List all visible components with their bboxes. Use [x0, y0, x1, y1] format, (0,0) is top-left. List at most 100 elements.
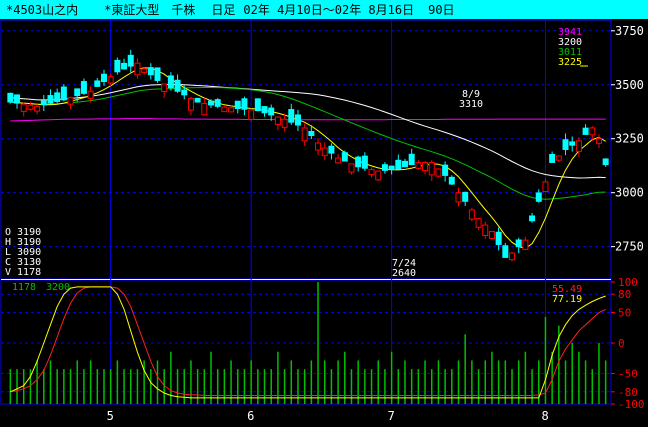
candle-body: [575, 140, 582, 152]
candle-body: [555, 155, 562, 161]
candle-body: [74, 88, 81, 97]
annotation-value: 3310: [459, 99, 483, 110]
volume-value: 1178: [12, 282, 36, 293]
candle-body: [228, 107, 235, 113]
osc-tick-label: 0: [618, 337, 625, 350]
candle-body: [348, 163, 355, 173]
month-label: 6: [247, 409, 254, 423]
price-tick-label: 3000: [615, 186, 644, 200]
candle-body: [294, 114, 301, 126]
candle-body: [154, 67, 161, 81]
osc-tick-label: -50: [618, 368, 638, 381]
candle-body: [562, 139, 569, 150]
candle-body: [509, 252, 516, 261]
candle-body: [448, 176, 455, 185]
osc-tick-label: -100: [618, 398, 645, 411]
candle-body: [428, 161, 435, 176]
candle-body: [268, 107, 275, 116]
candle-body: [522, 239, 529, 250]
candle-body: [468, 209, 475, 220]
candle-body: [181, 89, 188, 96]
ohlcv-readout: V 1178: [5, 267, 41, 278]
candle-body: [535, 192, 542, 202]
candle-body: [234, 100, 241, 109]
candle-body: [14, 94, 21, 104]
candle-body: [214, 99, 221, 107]
candle-body: [488, 231, 495, 239]
candle-body: [542, 181, 549, 193]
candle-body: [248, 109, 255, 120]
osc-tick-label: 100: [618, 276, 638, 289]
volume-scale: 3200: [46, 282, 70, 293]
price-legend-item: 3225: [558, 57, 582, 68]
candle-body: [442, 164, 449, 176]
candle-body: [114, 59, 121, 73]
candle-body: [141, 68, 148, 73]
oscillator-line-red: [10, 286, 606, 396]
candle-body: [515, 239, 522, 248]
osc-tick-label: 80: [618, 288, 631, 301]
candle-body: [408, 153, 415, 166]
oscillator-pane-frame: [0, 279, 612, 405]
candle-body: [254, 98, 261, 112]
annotation-value: 2640: [392, 268, 416, 279]
candle-body: [495, 231, 502, 245]
candle-body: [569, 141, 576, 146]
osc-legend-yellow: 77.19: [552, 294, 582, 305]
candle-body: [261, 106, 268, 114]
candle-body: [341, 152, 348, 162]
candle-body: [20, 103, 27, 112]
candle-body: [455, 192, 462, 203]
candle-body: [121, 62, 128, 70]
candle-body: [94, 80, 101, 87]
candle-body: [529, 215, 536, 222]
candle-body: [401, 160, 408, 168]
candle-body: [201, 102, 208, 116]
candle-body: [375, 170, 382, 181]
candle-body: [462, 191, 469, 202]
candle-body: [67, 97, 74, 105]
price-tick-label: 3250: [615, 132, 644, 146]
candle-body: [27, 104, 34, 110]
candle-body: [335, 157, 342, 164]
candle-body: [274, 116, 281, 125]
candle-body: [241, 98, 248, 110]
candle-body: [395, 159, 402, 170]
candle-body: [221, 106, 228, 113]
price-tick-label: 2750: [615, 240, 644, 254]
month-label: 7: [388, 409, 395, 423]
candle-body: [167, 75, 174, 89]
osc-tick-label: -80: [618, 386, 638, 399]
candle-body: [54, 92, 61, 102]
candle-body: [308, 131, 315, 136]
candle-body: [368, 169, 375, 176]
candle-body: [381, 164, 388, 171]
candle-body: [415, 161, 422, 169]
candle-body: [60, 86, 67, 101]
candle-body: [281, 118, 288, 128]
candle-body: [100, 73, 107, 83]
candle-body: [595, 138, 602, 144]
candle-body: [194, 97, 201, 103]
candle-body: [361, 155, 368, 169]
candle-body: [147, 67, 154, 76]
candle-body: [7, 92, 14, 103]
candle-body: [107, 76, 114, 84]
candle-body: [328, 145, 335, 154]
candle-body: [482, 224, 489, 236]
oscillator-line-yellow: [10, 286, 606, 399]
candle-body: [208, 100, 215, 106]
candle-body: [355, 156, 362, 168]
candle-body: [502, 245, 509, 258]
candle-body: [475, 218, 482, 228]
moving-average-mid: [10, 87, 606, 200]
price-tick-label: 3500: [615, 78, 644, 92]
chart-window: *4503山之内 *東証大型 千株 日足 02年 4月10日～02年 8月16日…: [0, 0, 648, 427]
candle-body: [582, 127, 589, 135]
osc-tick-label: 50: [618, 307, 631, 320]
candle-body: [288, 109, 295, 123]
candle-body: [602, 158, 609, 166]
candle-body: [422, 161, 429, 171]
candle-body: [315, 142, 322, 151]
series-line-3941: [10, 118, 606, 122]
